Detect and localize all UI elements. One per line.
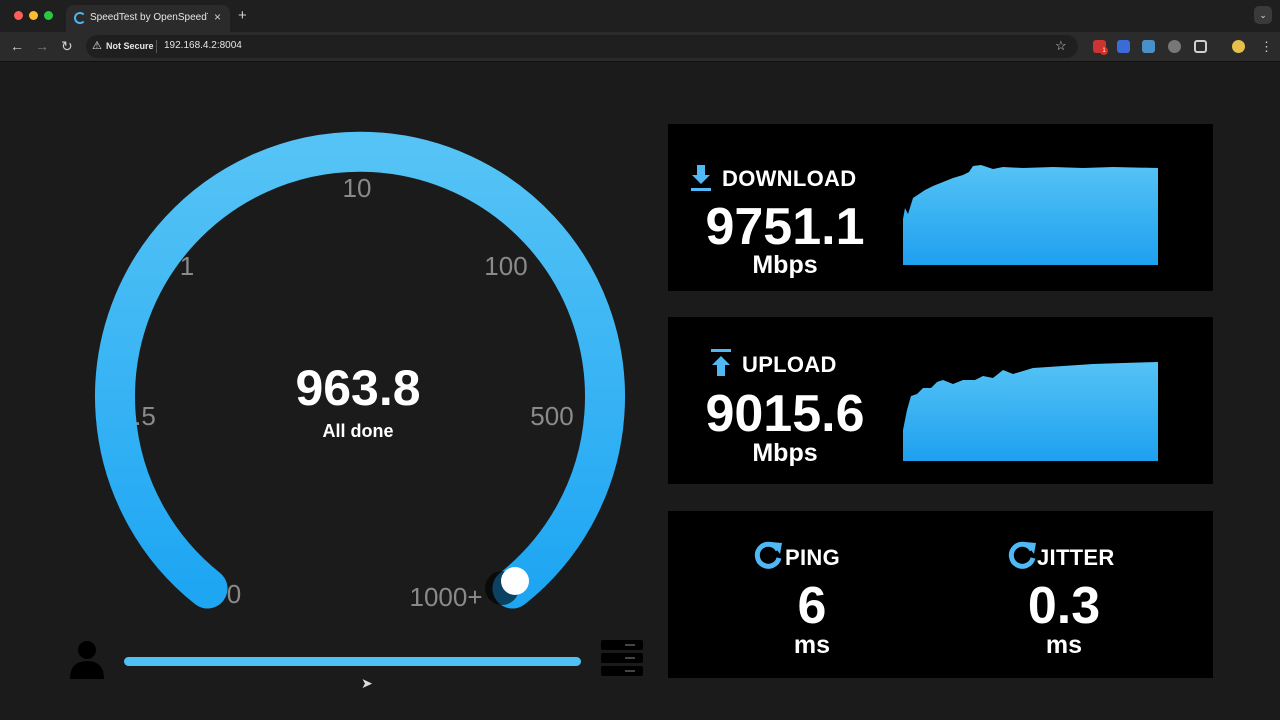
download-graph	[903, 165, 1158, 265]
gauge-scale-10: 10	[343, 173, 372, 203]
gauge-scale-1: 1	[180, 251, 194, 281]
translate-extension-icon[interactable]	[1117, 40, 1130, 53]
address-separator	[156, 40, 157, 53]
test-status: All done	[322, 421, 394, 441]
bookmark-star-icon[interactable]: ☆	[1055, 38, 1067, 54]
extension-badge: 1	[1100, 47, 1108, 55]
url-text[interactable]: 192.168.4.2:8004	[164, 40, 242, 51]
gauge-scale-0: 0	[227, 579, 241, 609]
upload-value: 9015.6	[705, 385, 865, 443]
extension-icon-3[interactable]	[1142, 40, 1155, 53]
download-unit: Mbps	[752, 251, 818, 279]
browser-toolbar: ← → ↻ ⚠ Not Secure 192.168.4.2:8004 ☆ 1 …	[0, 32, 1280, 62]
close-window-button[interactable]	[14, 11, 23, 20]
gauge-needle-knob	[501, 567, 529, 595]
download-arrow-icon	[691, 165, 711, 191]
mouse-cursor: ➤	[361, 675, 373, 691]
new-tab-button[interactable]: +	[238, 7, 247, 24]
speedtest-page: 0 .5 1 10 100 500 1000+ 963.8 All done ➤…	[0, 63, 1280, 720]
ping-refresh-icon	[754, 541, 782, 569]
ping-label: PING	[785, 545, 840, 570]
user-icon	[70, 641, 104, 679]
maximize-window-button[interactable]	[44, 11, 53, 20]
upload-label: UPLOAD	[742, 352, 837, 377]
extension-icon-1[interactable]: 1	[1093, 40, 1108, 55]
ping-value: 6	[797, 577, 827, 635]
upload-arrow-icon	[711, 349, 731, 376]
browser-tab[interactable]: SpeedTest by OpenSpeedTest ×	[66, 5, 230, 32]
reload-icon[interactable]: ↻	[61, 38, 73, 55]
gauge-scale-1000-plus: 1000+	[409, 582, 482, 612]
gauge-scale-100: 100	[484, 251, 527, 281]
extension-icon-4[interactable]	[1168, 40, 1181, 53]
extensions-puzzle-icon[interactable]	[1194, 40, 1207, 53]
back-arrow-icon[interactable]: ←	[10, 38, 24, 54]
jitter-unit: ms	[1045, 631, 1083, 659]
forward-arrow-icon[interactable]: →	[35, 38, 49, 54]
profile-avatar[interactable]	[1232, 40, 1245, 53]
tab-close-button[interactable]: ×	[214, 10, 221, 24]
ping-unit: ms	[793, 631, 831, 659]
current-speed-value: 963.8	[295, 360, 421, 416]
ping-jitter-card: PING 6 ms JITTER 0.3 ms	[668, 511, 1213, 678]
browser-tab-bar: SpeedTest by OpenSpeedTest × + ⌄	[0, 0, 1280, 32]
gauge-scale-0-5: .5	[134, 401, 156, 431]
jitter-label: JITTER	[1037, 545, 1115, 570]
jitter-value: 0.3	[1027, 577, 1101, 635]
minimize-window-button[interactable]	[29, 11, 38, 20]
test-progress-bar	[124, 657, 581, 666]
jitter-refresh-icon	[1008, 541, 1036, 569]
tab-title: SpeedTest by OpenSpeedTest	[90, 12, 208, 23]
progress-fill	[124, 657, 581, 666]
warning-triangle-icon: ⚠	[92, 40, 102, 52]
address-bar[interactable]: ⚠ Not Secure 192.168.4.2:8004 ☆	[86, 35, 1078, 58]
gauge-scale-500: 500	[530, 401, 573, 431]
download-label: DOWNLOAD	[722, 166, 857, 191]
speed-gauge: 0 .5 1 10 100 500 1000+	[95, 131, 625, 612]
openspeedtest-favicon-icon	[74, 12, 86, 24]
upload-card: UPLOAD 9015.6 Mbps	[668, 317, 1213, 484]
server-icon	[601, 640, 643, 678]
upload-unit: Mbps	[752, 439, 818, 467]
download-value: 9751.1	[705, 198, 865, 256]
tab-search-chevron-icon[interactable]: ⌄	[1254, 6, 1272, 24]
security-status[interactable]: Not Secure	[106, 41, 154, 51]
browser-menu-icon[interactable]: ⋮	[1260, 39, 1273, 55]
download-card: DOWNLOAD 9751.1 Mbps	[668, 124, 1213, 291]
upload-graph	[903, 362, 1158, 461]
